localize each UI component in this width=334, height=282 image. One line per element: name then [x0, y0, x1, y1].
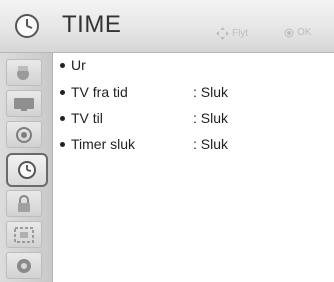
- sidebar-item-support[interactable]: [6, 252, 42, 279]
- image-icon: [17, 65, 29, 80]
- menu-item-label: TV fra tid: [71, 84, 128, 100]
- bullet: [60, 89, 65, 95]
- ok-hint-label: OK: [297, 27, 312, 38]
- settings-board-icon: [14, 226, 34, 243]
- menu-item-label: TV til: [71, 110, 103, 126]
- menu-item-sleep-timer[interactable]: Timer sluk : Sluk: [60, 133, 320, 155]
- menu-item-value: : Sluk: [193, 84, 229, 100]
- menu-item-value: : Sluk: [193, 136, 229, 152]
- sidebar-item-picture[interactable]: [6, 59, 42, 86]
- lock-icon: [18, 194, 30, 212]
- move-hint: Flyt: [216, 27, 248, 40]
- header-bar: TIME Flyt OK: [0, 0, 334, 53]
- menu-item-on-time[interactable]: TV til : Sluk: [60, 107, 320, 129]
- speaker-icon: [16, 126, 32, 143]
- clock-icon: [18, 161, 36, 179]
- clock-icon: [15, 14, 39, 38]
- menu-item-label: Timer sluk: [71, 136, 136, 152]
- sidebar-item-sound[interactable]: [6, 121, 42, 148]
- bullet: [60, 62, 65, 68]
- support-icon: [17, 258, 31, 273]
- bullet: [60, 115, 65, 121]
- ok-button-icon: [284, 28, 294, 37]
- menu-item-value: : Sluk: [193, 110, 229, 126]
- menu-item-label: Ur: [71, 57, 86, 73]
- bullet: [60, 141, 65, 147]
- sidebar-item-lock[interactable]: [6, 190, 42, 217]
- menu-item-clock[interactable]: Ur: [60, 54, 86, 76]
- settings-window: TIME Flyt OK Ur TV fra tid: Sluk TV til…: [0, 0, 334, 282]
- page-title: TIME: [62, 11, 122, 38]
- sidebar-item-time[interactable]: [6, 153, 48, 187]
- move-arrows-icon: [216, 27, 229, 40]
- sidebar-item-screen[interactable]: [6, 90, 42, 117]
- monitor-icon: [14, 97, 34, 111]
- menu-item-off-time[interactable]: TV fra tid : Sluk: [60, 81, 320, 103]
- move-hint-label: Flyt: [232, 28, 249, 39]
- ok-hint: OK: [284, 27, 311, 38]
- category-sidebar: [0, 53, 53, 282]
- sidebar-item-option[interactable]: [6, 221, 42, 248]
